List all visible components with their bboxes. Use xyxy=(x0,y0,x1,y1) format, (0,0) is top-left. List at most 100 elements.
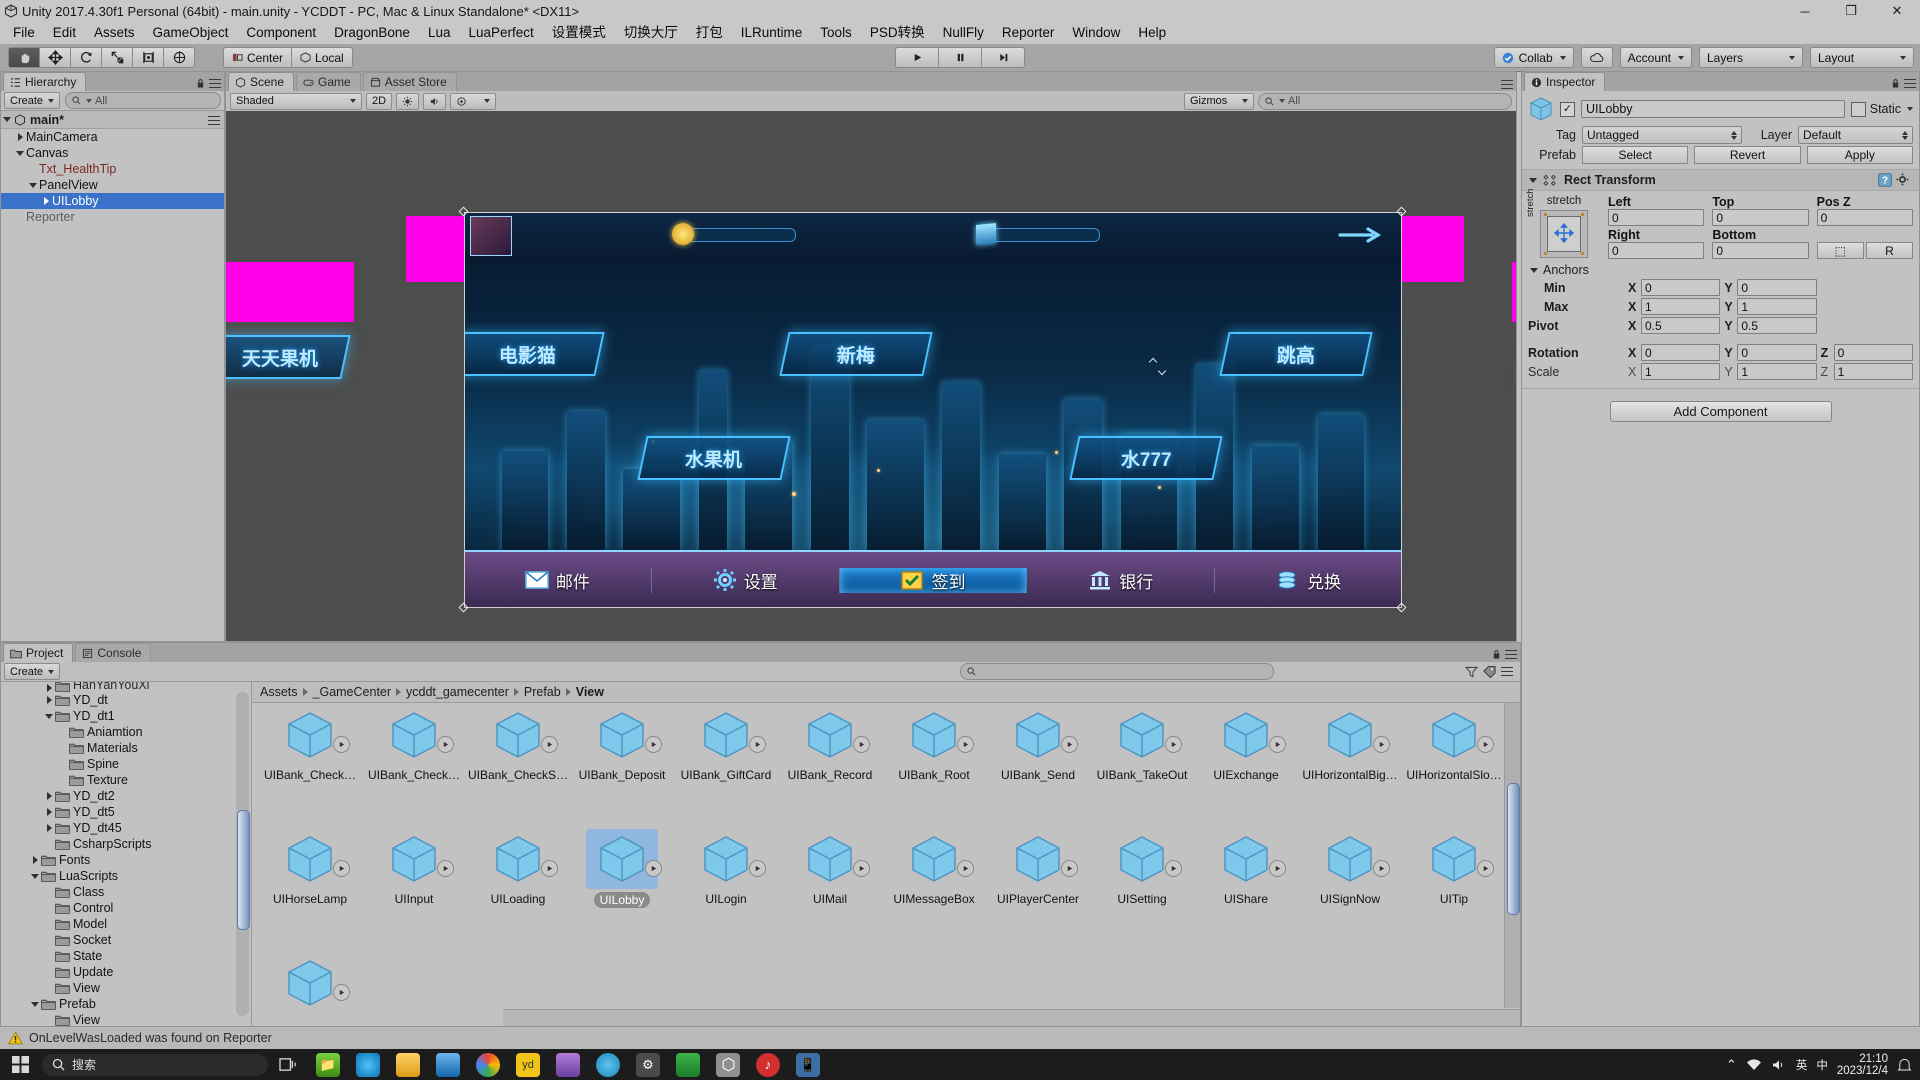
asset-preview-play-button[interactable] xyxy=(749,860,766,877)
account-button[interactable]: Account xyxy=(1619,47,1692,68)
project-create-button[interactable]: Create xyxy=(4,663,61,680)
pivot-rotation-button[interactable]: Local xyxy=(291,47,353,68)
tab-project[interactable]: Project xyxy=(3,643,74,662)
hierarchy-create-button[interactable]: Create xyxy=(4,92,61,109)
breadcrumb-item[interactable]: _GameCenter xyxy=(313,685,392,699)
asset-preview-play-button[interactable] xyxy=(437,736,454,753)
lighting-toggle-button[interactable] xyxy=(396,92,420,110)
project-tree-item-aniamtion[interactable]: Aniamtion xyxy=(1,724,251,740)
asset-item[interactable] xyxy=(258,953,362,1008)
asset-item[interactable]: UITip xyxy=(1402,829,1504,906)
taskbar-app-green[interactable] xyxy=(668,1049,708,1080)
rotate-tool-button[interactable] xyxy=(70,47,101,68)
scale-tool-button[interactable] xyxy=(101,47,132,68)
asset-preview-play-button[interactable] xyxy=(1269,860,1286,877)
scale-z-field[interactable]: 1 xyxy=(1833,363,1913,380)
anchors-expand-arrow[interactable] xyxy=(1528,267,1540,273)
hierarchy-search-input[interactable]: All xyxy=(65,92,221,109)
menu-item-window[interactable]: Window xyxy=(1063,23,1129,43)
taskbar-app-telegram[interactable] xyxy=(588,1049,628,1080)
max-x-field[interactable]: 1 xyxy=(1641,298,1721,315)
taskbar-app-chrome[interactable] xyxy=(468,1049,508,1080)
cloud-services-button[interactable] xyxy=(1580,47,1613,68)
menu-item-luaperfect[interactable]: LuaPerfect xyxy=(459,23,542,43)
prefab-select-button[interactable]: Select xyxy=(1582,146,1689,164)
volume-icon[interactable] xyxy=(1771,1058,1787,1072)
project-tree-item-yd_dt2[interactable]: YD_dt2 xyxy=(1,788,251,804)
tab-hierarchy[interactable]: Hierarchy xyxy=(3,72,87,91)
layer-dropdown[interactable]: Default xyxy=(1798,126,1913,144)
menu-item-ilruntime[interactable]: ILRuntime xyxy=(732,23,812,43)
menu-item-psd[interactable]: PSD转换 xyxy=(861,23,934,43)
asset-preview-play-button[interactable] xyxy=(853,860,870,877)
hierarchy-item-reporter[interactable]: Reporter xyxy=(1,209,224,225)
project-tree-item-csharpscripts[interactable]: CsharpScripts xyxy=(1,836,251,852)
project-tree-item-class[interactable]: Class xyxy=(1,884,251,900)
menu-item-nullfly[interactable]: NullFly xyxy=(934,23,993,43)
hierarchy-item-canvas[interactable]: Canvas xyxy=(1,145,224,161)
asset-preview-play-button[interactable] xyxy=(541,736,558,753)
chevron-down-icon[interactable] xyxy=(1907,107,1913,111)
asset-item[interactable]: UIInput xyxy=(362,829,466,906)
asset-item[interactable]: UIBank_Check… xyxy=(258,705,362,782)
project-tree-item-texture[interactable]: Texture xyxy=(1,772,251,788)
object-enabled-checkbox[interactable]: ✓ xyxy=(1560,101,1575,117)
asset-item[interactable]: UIBank_GiftCard xyxy=(674,705,778,782)
hierarchy-item-maincamera[interactable]: MainCamera xyxy=(1,129,224,145)
add-component-button[interactable]: Add Component xyxy=(1609,401,1832,422)
breadcrumb-item[interactable]: ycddt_gamecenter xyxy=(406,685,509,699)
project-tree-item-state[interactable]: State xyxy=(1,948,251,964)
selection-handle[interactable] xyxy=(1398,208,1405,215)
notification-icon[interactable] xyxy=(1897,1058,1912,1072)
expand-arrow-icon[interactable] xyxy=(43,824,55,832)
anchor-preset-button[interactable] xyxy=(1540,210,1588,258)
tab-scene[interactable]: Scene xyxy=(228,72,295,91)
taskbar-search-input[interactable]: 搜索 xyxy=(42,1053,268,1076)
minimize-button[interactable]: ─ xyxy=(1782,0,1828,22)
taskbar-app-yd[interactable]: yd xyxy=(508,1049,548,1080)
project-tree-item-socket[interactable]: Socket xyxy=(1,932,251,948)
scene-expand-arrow[interactable] xyxy=(1,117,13,122)
ime-indicator-en[interactable]: 英 xyxy=(1796,1057,1808,1073)
right-field[interactable]: 0 xyxy=(1608,242,1705,259)
audio-toggle-button[interactable] xyxy=(423,92,447,110)
asset-grid[interactable]: UIBank_Check… UIBank_Check… UIBank_CheckS…… xyxy=(252,703,1504,1008)
posz-field[interactable]: 0 xyxy=(1816,209,1913,226)
asset-preview-play-button[interactable] xyxy=(853,736,870,753)
menu-item-dragonbone[interactable]: DragonBone xyxy=(325,23,419,43)
expand-arrow-icon[interactable] xyxy=(14,150,26,156)
tab-inspector[interactable]: Inspector xyxy=(1524,72,1606,91)
rect-tool-button[interactable] xyxy=(132,47,163,68)
bottom-field[interactable]: 0 xyxy=(1712,242,1809,259)
project-tree-item-yd_dt45[interactable]: YD_dt45 xyxy=(1,820,251,836)
max-y-field[interactable]: 1 xyxy=(1737,298,1817,315)
asset-item[interactable]: UILobby xyxy=(570,829,674,911)
expand-arrow-icon[interactable] xyxy=(14,133,26,141)
asset-item[interactable]: UIBank_Send xyxy=(986,705,1090,782)
scale-x-field[interactable]: 1 xyxy=(1641,363,1721,380)
scene-canvas[interactable]: 天天果机 \ xyxy=(226,111,1516,641)
project-tree-item-luascripts[interactable]: LuaScripts xyxy=(1,868,251,884)
menu-item-tools[interactable]: Tools xyxy=(811,23,861,43)
pivot-x-field[interactable]: 0.5 xyxy=(1641,317,1721,334)
expand-arrow-icon[interactable] xyxy=(43,696,55,704)
scene-menu-icon[interactable] xyxy=(1501,80,1513,89)
asset-item[interactable]: UIBank_Record xyxy=(778,705,882,782)
min-x-field[interactable]: 0 xyxy=(1641,279,1721,296)
asset-preview-play-button[interactable] xyxy=(1373,736,1390,753)
asset-item[interactable]: UIBank_Deposit xyxy=(570,705,674,782)
project-tree-item-view[interactable]: View xyxy=(1,1012,251,1026)
asset-grid-scroll-thumb[interactable] xyxy=(1507,783,1520,915)
raw-edit-button[interactable]: R xyxy=(1865,242,1913,259)
taskbar-app-folder[interactable]: 📁 xyxy=(308,1049,348,1080)
expand-arrow-icon[interactable] xyxy=(29,1001,41,1007)
project-menu-icon[interactable] xyxy=(1505,650,1517,659)
asset-preview-play-button[interactable] xyxy=(957,860,974,877)
gear-icon[interactable] xyxy=(1896,173,1910,187)
ime-indicator-cn[interactable]: 中 xyxy=(1816,1057,1828,1073)
asset-item[interactable]: UISignNow xyxy=(1298,829,1402,906)
asset-item[interactable]: UIBank_Root xyxy=(882,705,986,782)
project-tree-item-spine[interactable]: Spine xyxy=(1,756,251,772)
prefab-revert-button[interactable]: Revert xyxy=(1694,146,1801,164)
layers-button[interactable]: Layers xyxy=(1699,47,1803,68)
